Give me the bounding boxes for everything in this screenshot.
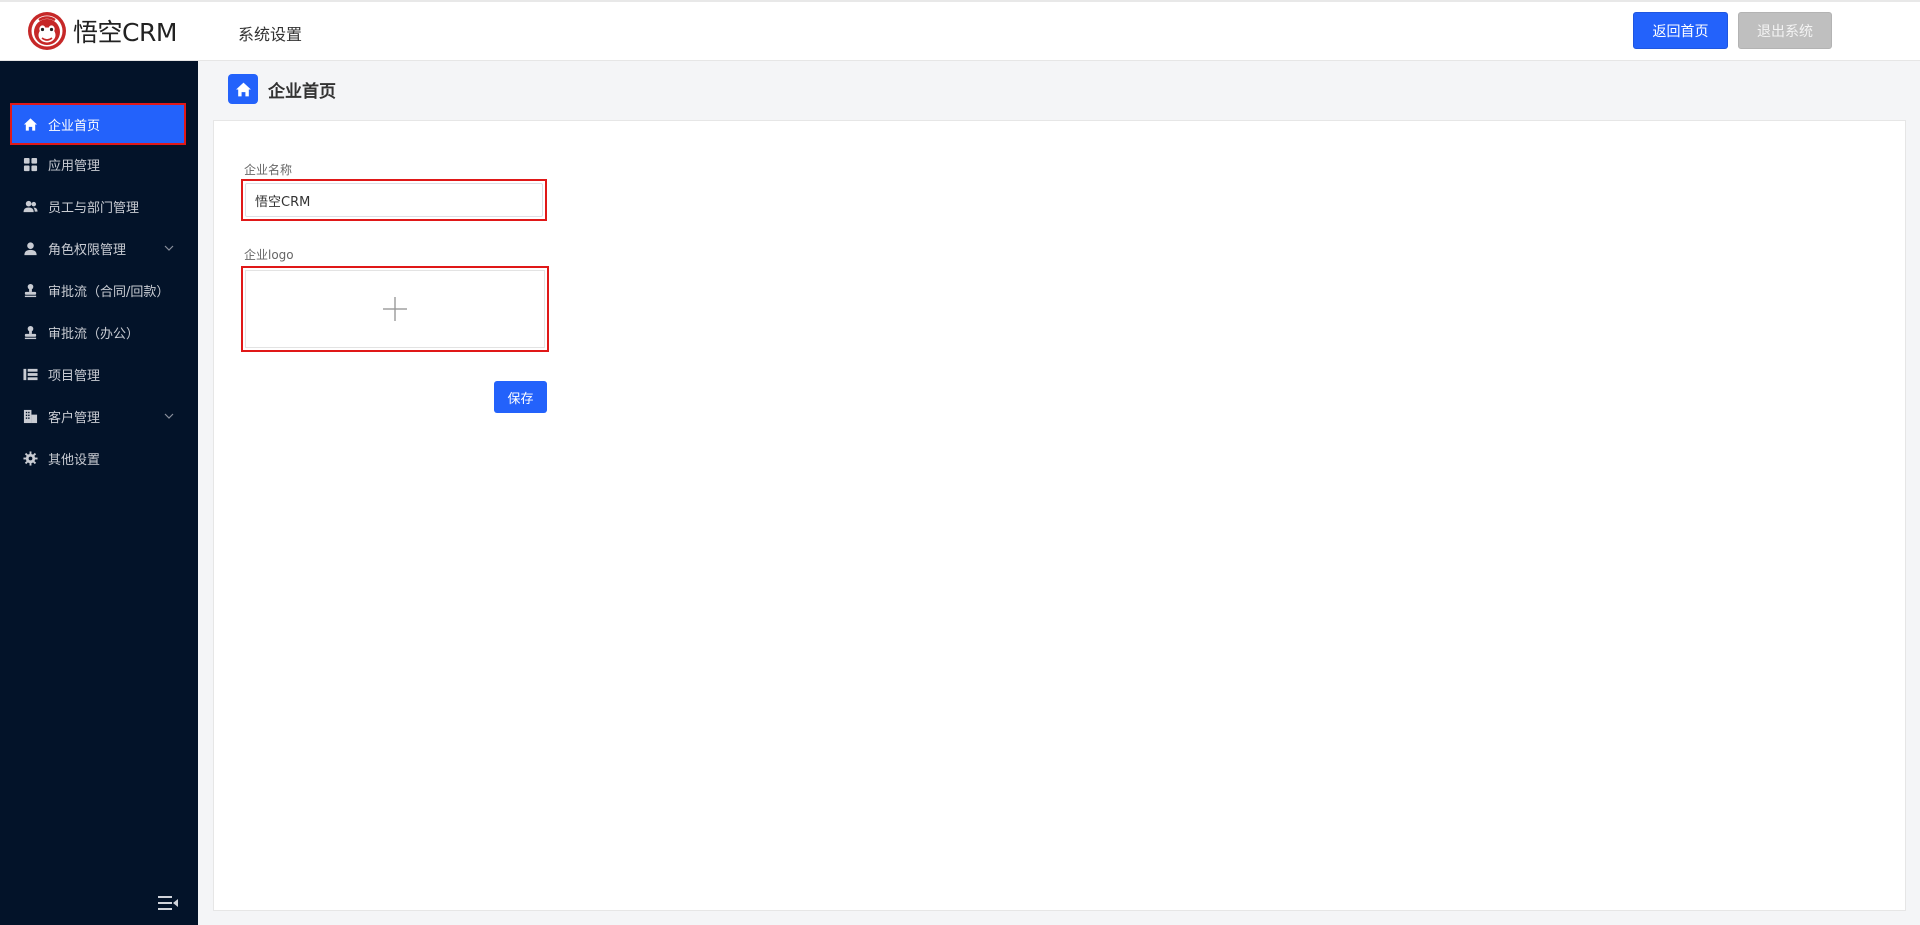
chevron-down-icon [164, 245, 174, 251]
exit-system-button[interactable]: 退出系统 [1738, 12, 1832, 49]
sidebar-item-approval-office[interactable]: 审批流（办公） [12, 313, 184, 351]
sidebar-item-label: 企业首页 [48, 118, 101, 134]
logo-upload-highlight [241, 266, 549, 352]
sidebar-item-label: 其他设置 [48, 452, 101, 468]
gear-icon [22, 450, 38, 466]
company-name-field-highlight [241, 179, 547, 221]
sidebar-item-customer-management[interactable]: 客户管理 [12, 397, 184, 435]
save-button[interactable]: 保存 [494, 381, 547, 413]
monkey-logo-icon [28, 12, 66, 50]
sidebar-item-label: 客户管理 [48, 410, 101, 426]
sidebar-item-label: 审批流（办公） [48, 326, 140, 342]
company-name-label: 企业名称 [244, 163, 293, 177]
collapse-sidebar-icon[interactable] [156, 891, 180, 915]
sidebar-item-staff-departments[interactable]: 员工与部门管理 [12, 187, 184, 225]
top-header: 悟空CRM 系统设置 返回首页 退出系统 [0, 0, 1920, 61]
sidebar-item-label: 角色权限管理 [48, 242, 127, 258]
sidebar-item-approval-contract[interactable]: 审批流（合同/回款） [12, 271, 184, 309]
building-icon [22, 408, 38, 424]
sidebar-item-label: 员工与部门管理 [48, 200, 140, 216]
app-logo[interactable]: 悟空CRM [27, 11, 177, 51]
header-title: 系统设置 [238, 25, 303, 44]
stamp-icon [22, 324, 38, 340]
plus-icon [383, 297, 407, 321]
stamp-icon [22, 282, 38, 298]
logo-text: 悟空CRM [73, 18, 177, 47]
company-name-input[interactable] [245, 183, 543, 217]
page-heading: 企业首页 [228, 74, 336, 104]
sidebar-item-label: 项目管理 [48, 368, 101, 384]
grid-icon [22, 156, 38, 172]
project-icon [22, 366, 38, 382]
logo-upload-area[interactable] [245, 270, 545, 348]
home-icon [228, 74, 258, 104]
home-icon [22, 116, 38, 132]
sidebar-item-label: 应用管理 [48, 158, 101, 174]
company-logo-label: 企业logo [244, 248, 294, 262]
back-home-button[interactable]: 返回首页 [1633, 12, 1728, 49]
sidebar-item-project-management[interactable]: 项目管理 [12, 355, 184, 393]
sidebar-item-label: 审批流（合同/回款） [48, 284, 170, 300]
user-icon [22, 240, 38, 256]
users-icon [22, 198, 38, 214]
sidebar-item-app-management[interactable]: 应用管理 [12, 145, 184, 183]
sidebar-item-role-permissions[interactable]: 角色权限管理 [12, 229, 184, 267]
sidebar-item-other-settings[interactable]: 其他设置 [12, 439, 184, 477]
company-settings-card: 企业名称 企业logo 保存 [213, 120, 1906, 911]
page-title: 企业首页 [268, 81, 336, 102]
chevron-down-icon [164, 413, 174, 419]
sidebar-item-company-home[interactable]: 企业首页 [10, 103, 186, 145]
sidebar: 企业首页 应用管理 员工与部门管理 角色权限管理 审批流（合同/回款） 审批流（… [0, 61, 198, 925]
